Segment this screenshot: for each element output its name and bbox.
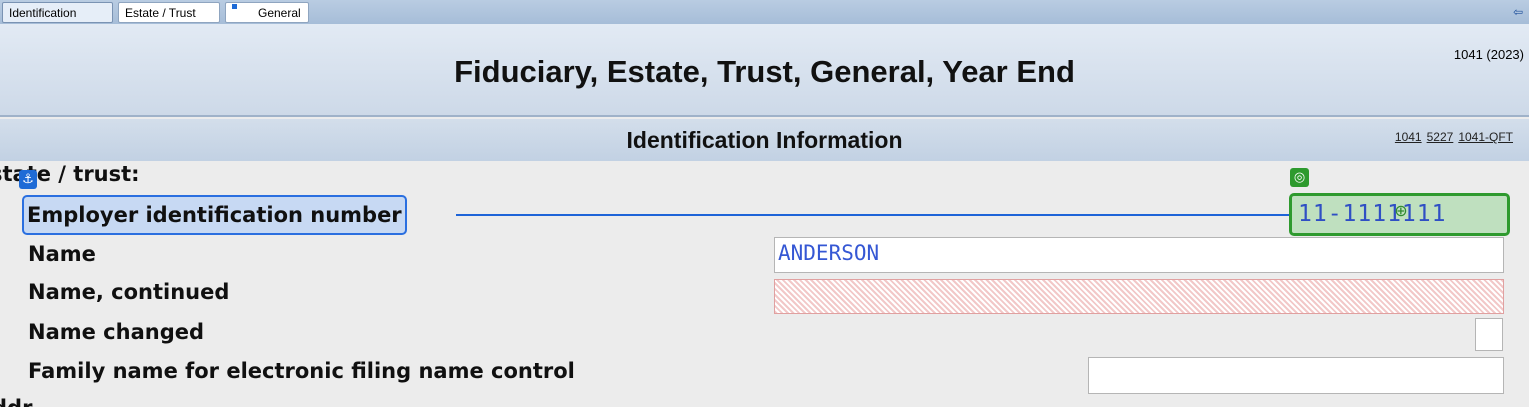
cursor-crosshair-icon: ⊕ [1394,201,1408,220]
link-connector [456,214,1290,216]
next-group-label: ddr [0,396,32,407]
tab-general-label: General [258,5,301,20]
ein-label[interactable]: Employer identification number [22,195,407,235]
form-links: 1041 5227 1041-QFT [1395,130,1513,144]
name-label: Name [28,242,96,266]
name-continued-label: Name, continued [28,280,230,304]
family-name-label: Family name for electronic filing name c… [28,359,575,383]
tab-bar: Identification Estate / Trust General ⇦ [0,0,1529,24]
tab-estate-trust-label: Estate / Trust [125,5,196,20]
family-name-field[interactable] [1088,357,1504,394]
tab-marker-icon [232,4,237,9]
name-continued-field[interactable] [774,279,1504,314]
form-header: 1041 (2023) Fiduciary, Estate, Trust, Ge… [0,24,1529,117]
name-changed-checkbox[interactable] [1475,318,1503,351]
name-changed-label: Name changed [28,320,205,344]
link-1041[interactable]: 1041 [1395,130,1422,144]
target-icon[interactable]: ◎ [1290,168,1309,187]
exit-icon[interactable]: ⇦ [1513,4,1527,20]
tab-estate-trust[interactable]: Estate / Trust [118,2,220,23]
tab-identification[interactable]: Identification [2,2,113,23]
tab-identification-label: Identification [9,5,77,20]
tab-general[interactable]: General [225,2,309,23]
anchor-icon[interactable]: ⚓ [19,170,37,189]
name-field[interactable]: ANDERSON [774,237,1504,273]
link-5227[interactable]: 5227 [1427,130,1454,144]
link-1041-qft[interactable]: 1041-QFT [1458,130,1513,144]
section-title: Identification Information [626,127,903,153]
page-title: Fiduciary, Estate, Trust, General, Year … [454,54,1075,89]
section-header: Identification Information 1041 5227 104… [0,119,1529,161]
